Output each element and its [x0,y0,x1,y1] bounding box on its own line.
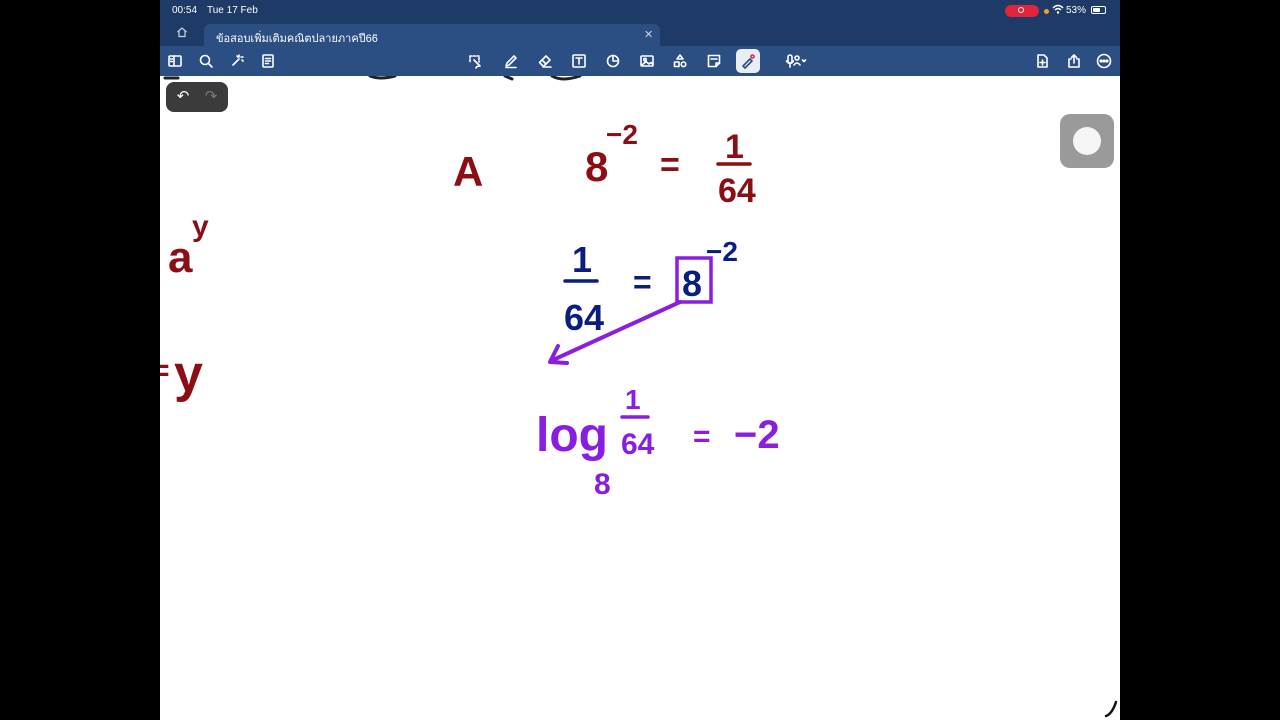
wifi-icon [1052,3,1064,18]
pen-icon[interactable] [499,49,523,73]
status-time: 00:54 [172,5,198,16]
eraser-icon[interactable] [533,49,557,73]
fraction-denominator-1: 64 [718,172,756,210]
screen-recording-icon[interactable] [1005,5,1039,17]
document-icon[interactable] [256,49,280,73]
exponent-minus-two-1: −2 [606,119,638,150]
document-tab[interactable]: ข้อสอบเพิ่มเติมคณิตปลายภาคปี66 ⌄ ✕ [204,24,660,46]
fraction-numerator-3: 1 [625,384,641,415]
chevron-down-icon[interactable]: ⌄ [371,28,379,39]
equation-line-3: log 8 1 64 = −2 [536,384,780,501]
fraction-numerator-2: 1 [572,239,592,280]
mic-indicator-icon [1044,9,1049,14]
image-icon[interactable] [635,49,659,73]
shapes-icon[interactable] [601,49,625,73]
sidebar-icon[interactable] [163,49,187,73]
log-text: log [536,409,608,462]
status-date: Tue 17 Feb [207,5,258,16]
add-page-icon[interactable] [1030,49,1054,73]
equals-sign-3: = [693,420,711,453]
log-base-subscript: 8 [594,468,611,501]
document-tab-title: ข้อสอบเพิ่มเติมคณิตปลายภาคปี66 [216,33,378,45]
previous-page-remnant [163,76,582,81]
fraction-numerator-1: 1 [725,128,744,166]
text-box-icon[interactable] [567,49,591,73]
status-bar: 00:54 Tue 17 Feb 53% [160,0,1120,22]
base-eight-2: 8 [682,263,702,304]
fraction-denominator-3: 64 [621,428,655,461]
base-eight-1: 8 [585,143,608,190]
equals-sign-1: = [660,146,680,184]
assistive-touch-button[interactable] [1060,114,1114,168]
share-icon[interactable] [1062,49,1086,73]
note-canvas[interactable]: A 8 −2 = 1 64 1 64 = 8 −2 log 8 1 64 = −… [160,76,1120,720]
result-minus-two: −2 [734,413,780,457]
sparkle-icon[interactable] [225,49,249,73]
corner-mark [1104,700,1118,718]
equation-line-2: 1 64 = 8 −2 [548,236,738,365]
document-tab-bar: ข้อสอบเพิ่มเติมคณิตปลายภาคปี66 ⌄ ✕ [160,22,1120,46]
battery-percentage: 53% [1066,5,1087,16]
label-a: A [453,148,483,195]
laser-pointer-icon[interactable] [736,49,760,73]
left-edge-writing: a y = y [160,210,209,403]
battery-icon [1091,6,1106,14]
left-y: y [174,345,203,403]
home-icon[interactable] [176,26,188,41]
left-equals: = [160,354,170,387]
elements-icon[interactable] [668,49,692,73]
microphone-icon[interactable] [778,49,814,73]
redo-icon[interactable]: ↷ [200,86,222,108]
more-icon[interactable] [1092,49,1116,73]
equation-line-1: A 8 −2 = 1 64 [453,119,756,210]
lasso-icon[interactable] [463,49,487,73]
search-icon[interactable] [194,49,218,73]
ipad-screen: 00:54 Tue 17 Feb 53% ข้อสอบเพิ่มเติมคณิต… [160,0,1120,720]
equals-sign-2: = [633,264,652,300]
toolbar [160,46,1120,76]
left-a: a [168,233,193,282]
undo-icon[interactable]: ↶ [172,86,194,108]
fraction-denominator-2: 64 [564,297,604,338]
close-tab-icon[interactable]: ✕ [644,28,653,41]
sticky-note-icon[interactable] [702,49,726,73]
undo-redo-pill: ↶ ↷ [166,82,228,112]
left-a-exponent-y: y [192,210,209,243]
